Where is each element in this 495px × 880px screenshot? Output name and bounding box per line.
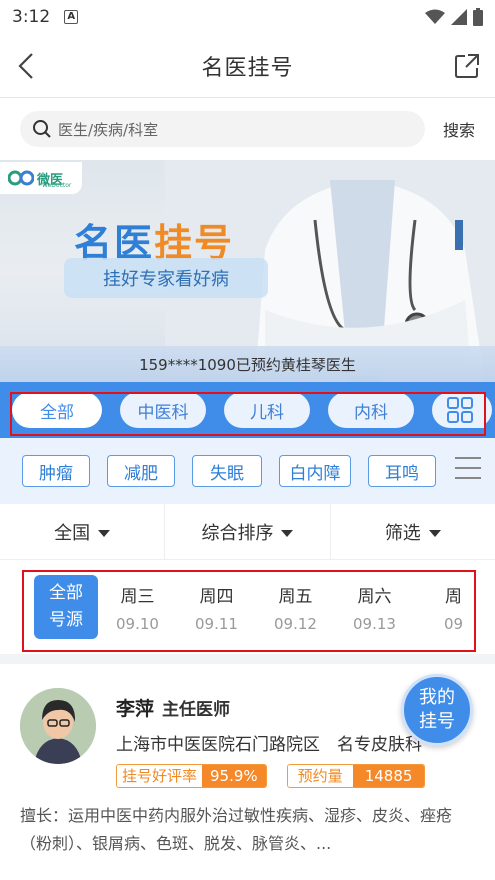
booking-value: 14885 — [352, 765, 425, 787]
tab-pediatrics[interactable]: 儿科 — [224, 392, 310, 428]
date-value: 09 — [443, 614, 464, 633]
doctor-specialty: 擅长：运用中医中药内服外治过敏性疾病、湿疹、皮炎、痤疮（粉刺）、银屑病、色斑、脱… — [20, 806, 453, 853]
search-button[interactable]: 搜索 — [443, 117, 475, 141]
disease-tag-weight-loss[interactable]: 减肥 — [107, 455, 175, 487]
disease-tag-tumor[interactable]: 肿瘤 — [22, 455, 90, 487]
booking-badge: 预约量 14885 — [286, 764, 426, 788]
date-weekday: 周四 — [199, 586, 234, 607]
department-tabs: 全部 中医科 儿科 内科 — [0, 382, 495, 438]
status-bar: 3:12 A — [0, 0, 495, 34]
caret-down-icon — [98, 529, 111, 537]
promo-banner[interactable]: 微医 WeDoctor 名医挂号 挂好专家看好病 159****1090已预约黄… — [0, 160, 495, 382]
doctor-name-row: 李萍 主任医师 — [116, 694, 230, 721]
filter-sort[interactable]: 综合排序 — [165, 504, 331, 559]
date-weekday: 周五 — [278, 586, 313, 607]
date-weekday: 周 — [445, 586, 462, 607]
logo-mark-icon — [8, 170, 34, 186]
filter-screen-label: 筛选 — [384, 522, 421, 544]
date-item[interactable]: 周六 09.13 — [335, 582, 414, 633]
date-weekday: 周三 — [120, 586, 155, 607]
section-divider — [0, 654, 495, 664]
nav-bar: 名医挂号 — [0, 34, 495, 98]
date-selector: 全部 号源 周三 09.10 周四 09.11 周五 09.12 周六 09.1… — [0, 560, 495, 654]
date-all-line1: 全部 — [49, 583, 83, 603]
share-icon — [455, 54, 479, 78]
filter-bar: 全国 综合排序 筛选 — [0, 504, 495, 560]
date-item[interactable]: 周三 09.10 — [98, 582, 177, 633]
avatar-image — [20, 688, 96, 764]
doctor-hospital: 上海市中医医院石门路院区 名专皮肤科 — [116, 735, 422, 755]
filter-screen[interactable]: 筛选 — [331, 504, 495, 559]
menu-icon[interactable] — [455, 457, 481, 487]
doctor-avatar — [20, 688, 96, 764]
disease-tag-cataract[interactable]: 白内障 — [279, 455, 351, 487]
tab-tcm[interactable]: 中医科 — [120, 392, 206, 428]
date-item[interactable]: 周五 09.12 — [256, 582, 335, 633]
disease-tag-insomnia[interactable]: 失眠 — [192, 455, 262, 487]
back-button[interactable] — [8, 48, 44, 84]
disease-tag-tinnitus[interactable]: 耳鸣 — [368, 455, 436, 487]
tab-internal-medicine[interactable]: 内科 — [328, 392, 414, 428]
rating-badge: 挂号好评率 95.9% — [116, 764, 267, 788]
all-departments-button[interactable] — [435, 392, 485, 428]
date-item[interactable]: 周 09 — [414, 582, 493, 633]
my-registration-line2: 挂号 — [419, 711, 455, 732]
share-button[interactable] — [449, 48, 485, 84]
logo-subtext: WeDoctor — [42, 182, 72, 189]
filter-sort-label: 综合排序 — [201, 522, 274, 544]
doctor-title: 主任医师 — [162, 700, 231, 720]
caret-down-icon — [281, 529, 294, 537]
date-value: 09.11 — [195, 614, 238, 633]
rating-label: 挂号好评率 — [117, 765, 203, 787]
date-value: 09.13 — [353, 614, 396, 633]
wifi-icon — [425, 9, 445, 24]
my-registration-line1: 我的 — [419, 687, 455, 708]
date-item[interactable]: 周四 09.11 — [177, 582, 256, 633]
filter-region-label: 全国 — [54, 522, 91, 544]
banner-tagline: 挂好专家看好病 — [64, 258, 268, 298]
chevron-left-icon — [18, 53, 33, 79]
grid-icon — [447, 397, 473, 423]
search-row: 医生/疾病/科室 搜索 — [0, 98, 495, 160]
tab-all[interactable]: 全部 — [12, 392, 102, 428]
status-icons — [425, 8, 483, 26]
wedoctor-logo: 微医 WeDoctor — [0, 162, 82, 194]
doctor-name: 李萍 — [116, 698, 155, 720]
search-input[interactable]: 医生/疾病/科室 — [20, 111, 425, 147]
search-icon — [33, 120, 51, 138]
doctor-stats: 挂号好评率 95.9% 预约量 14885 — [116, 764, 445, 788]
status-time: 3:12 — [12, 7, 51, 27]
search-placeholder: 医生/疾病/科室 — [58, 120, 159, 139]
signal-icon — [451, 9, 467, 25]
notification-icon: A — [64, 10, 79, 24]
rating-value: 95.9% — [202, 765, 266, 787]
app-screen: 3:12 A 名医挂号 医生/疾病/科室 搜索 微医 WeDoctor 名医挂号… — [0, 0, 495, 880]
battery-icon — [473, 8, 483, 26]
date-value: 09.12 — [274, 614, 317, 633]
disease-tags: 肿瘤 减肥 失眠 白内障 耳鸣 — [0, 438, 495, 504]
booking-label: 预约量 — [287, 765, 353, 787]
page-title: 名医挂号 — [201, 55, 294, 81]
date-all-line2: 号源 — [49, 610, 83, 630]
caret-down-icon — [428, 529, 441, 537]
date-all-sources[interactable]: 全部 号源 — [34, 575, 98, 639]
filter-region[interactable]: 全国 — [0, 504, 166, 559]
date-weekday: 周六 — [357, 586, 392, 607]
booking-ticker: 159****1090已预约黄桂琴医生 — [0, 346, 495, 382]
my-registration-button[interactable]: 我的 挂号 — [401, 674, 473, 746]
date-value: 09.10 — [116, 614, 159, 633]
